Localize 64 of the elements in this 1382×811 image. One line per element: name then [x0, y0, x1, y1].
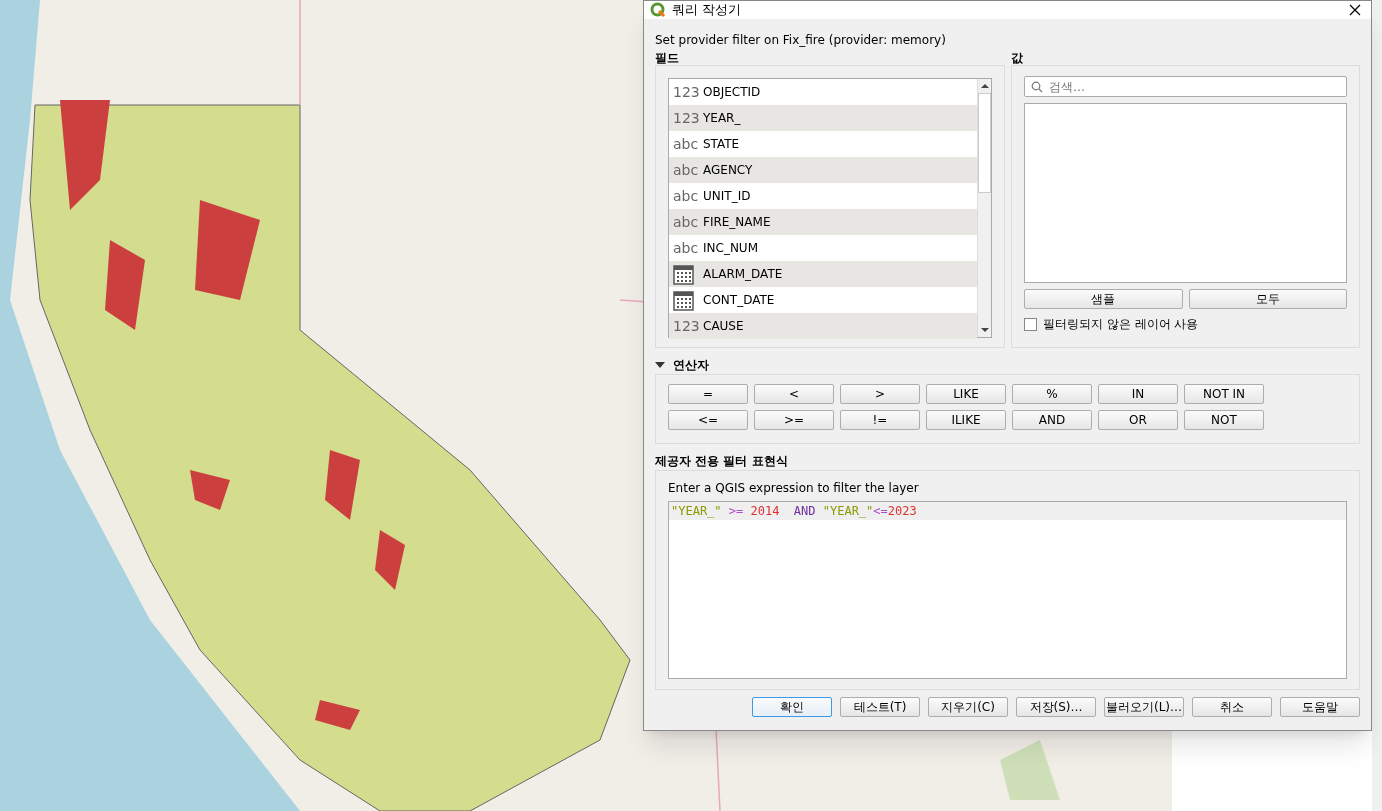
close-icon[interactable]: [1349, 4, 1361, 16]
type-label: 123: [673, 316, 697, 336]
subtitle-text: Set provider filter on Fix_fire (provider: memory): [655, 32, 947, 49]
operator-button[interactable]: IN: [1098, 384, 1178, 404]
operator-button[interactable]: %: [1012, 384, 1092, 404]
field-name: FIRE_NAME: [703, 214, 771, 231]
dialog-button[interactable]: 저장(S)…: [1016, 697, 1096, 717]
dialog-button[interactable]: 지우기(C): [928, 697, 1008, 717]
calendar-icon: [673, 263, 694, 285]
field-item[interactable]: abc AGENCY: [669, 157, 977, 183]
type-label: abc: [673, 160, 697, 180]
operator-button[interactable]: <: [754, 384, 834, 404]
dialog-button[interactable]: 확인: [752, 697, 832, 717]
type-label: 123: [673, 82, 697, 102]
window-title: 쿼리 작성기: [672, 1, 742, 20]
section-heading: 값: [1011, 50, 1024, 65]
field-name: YEAR_: [703, 110, 741, 127]
operator-button[interactable]: >=: [754, 410, 834, 430]
field-name: STATE: [703, 136, 740, 153]
operator-button[interactable]: <=: [668, 410, 748, 430]
search-field[interactable]: 검색…: [1024, 76, 1347, 97]
type-label: abc: [673, 238, 697, 258]
value-button[interactable]: 샘플: [1024, 289, 1183, 309]
operator-button[interactable]: ILIKE: [926, 410, 1006, 430]
field-name: CONT_DATE: [703, 292, 775, 309]
section-heading: 제공자 전용 필터 표현식: [655, 453, 789, 470]
dialog-button[interactable]: 도움말: [1280, 697, 1360, 717]
operator-button[interactable]: NOT IN: [1184, 384, 1264, 404]
expression-editor[interactable]: "YEAR_" >= 2014 AND "YEAR_"<=2023: [668, 501, 1347, 679]
operator-button[interactable]: !=: [840, 410, 920, 430]
field-name: ALARM_DATE: [703, 266, 783, 283]
operator-button[interactable]: LIKE: [926, 384, 1006, 404]
app-logo-icon: [650, 2, 666, 18]
operator-button[interactable]: NOT: [1184, 410, 1264, 430]
dialog-button[interactable]: 테스트(T): [840, 697, 920, 717]
hint-text: Enter a QGIS expression to filter the layer: [668, 480, 920, 497]
field-name: OBJECTID: [703, 84, 761, 101]
section-heading: 필드: [655, 50, 680, 65]
operator-button[interactable]: =: [668, 384, 748, 404]
dialog-button[interactable]: 취소: [1192, 697, 1272, 717]
value-button[interactable]: 모두: [1188, 289, 1347, 309]
calendar-icon: [673, 289, 694, 311]
type-label: 123: [673, 108, 697, 128]
dialog-button[interactable]: 불러오기(L)…: [1104, 697, 1184, 717]
field-item[interactable]: 123 YEAR_: [669, 105, 977, 131]
field-item[interactable]: ALARM_DATE: [669, 261, 977, 287]
operator-button[interactable]: >: [840, 384, 920, 404]
scrollbar[interactable]: [977, 79, 991, 337]
field-item[interactable]: 123 CAUSE: [669, 313, 977, 339]
field-name: CAUSE: [703, 318, 744, 335]
operator-button[interactable]: AND: [1012, 410, 1092, 430]
operator-button[interactable]: OR: [1098, 410, 1178, 430]
collapse-icon[interactable]: [655, 360, 665, 370]
field-name: INC_NUM: [703, 240, 758, 257]
field-item[interactable]: abc FIRE_NAME: [669, 209, 977, 235]
type-label: abc: [673, 212, 697, 232]
type-label: abc: [673, 186, 697, 206]
field-name: AGENCY: [703, 162, 753, 179]
field-name: UNIT_ID: [703, 188, 751, 205]
checkbox[interactable]: [1024, 317, 1037, 331]
type-label: abc: [673, 134, 697, 154]
checkbox-label[interactable]: 필터링되지 않은 레이어 사용: [1043, 315, 1199, 333]
search-icon: [1031, 81, 1043, 93]
section-heading[interactable]: 연산자: [673, 356, 709, 374]
